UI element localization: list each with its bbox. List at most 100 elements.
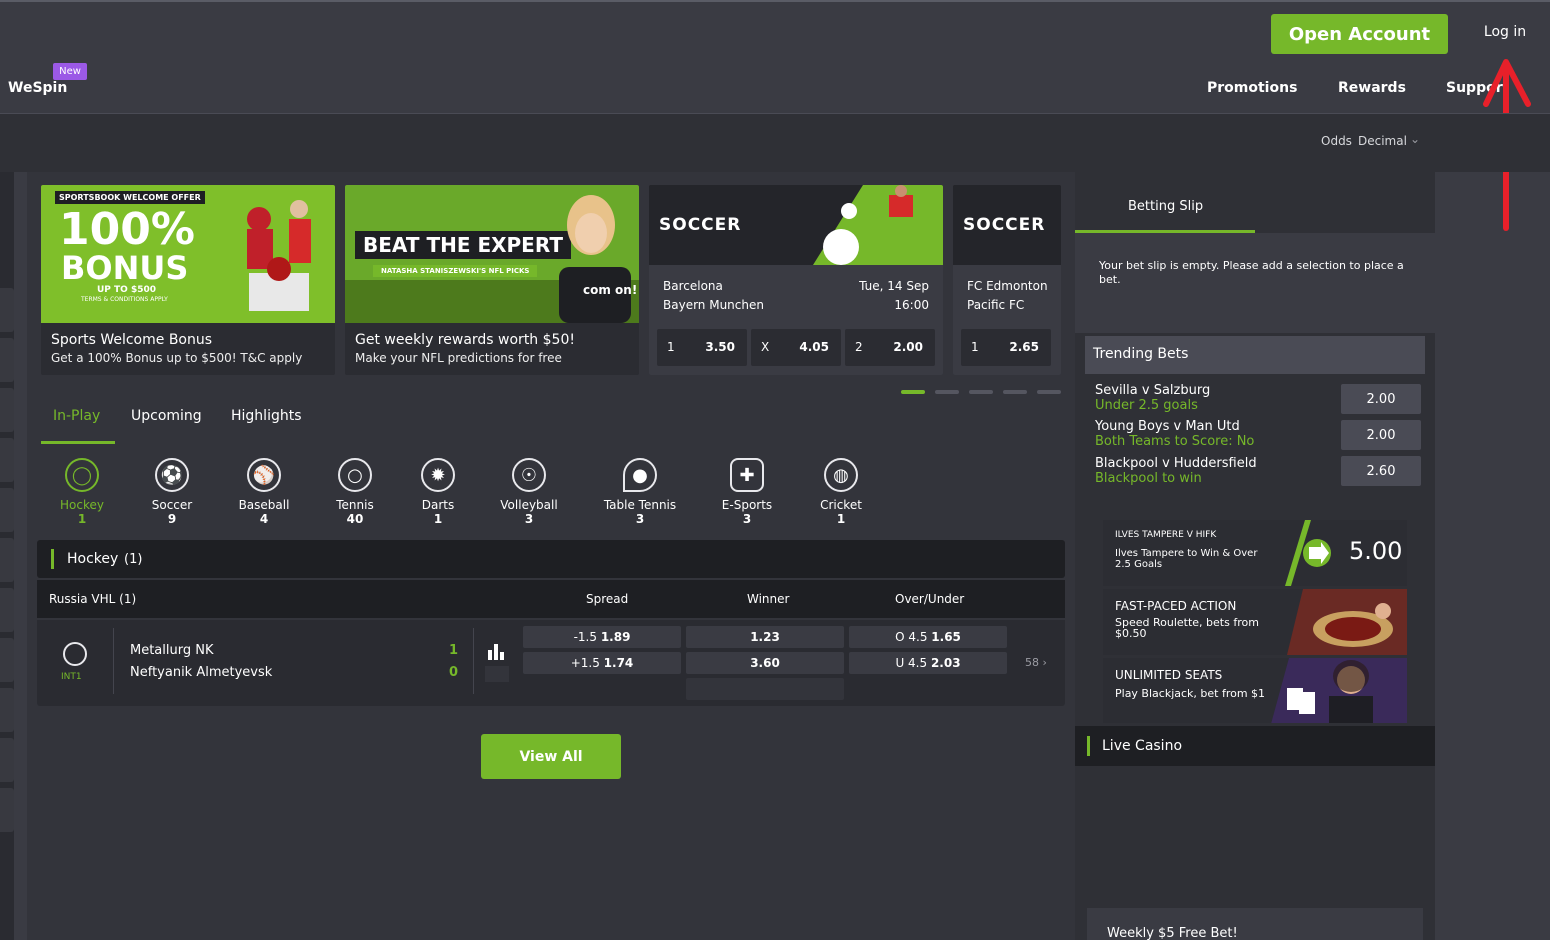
- away-team: Bayern Munchen: [663, 298, 764, 312]
- column-header-over-under: Over/Under: [895, 592, 965, 606]
- trending-selection: Under 2.5 goals: [1095, 398, 1198, 413]
- sidebar-tab[interactable]: [0, 788, 14, 832]
- weekly-free-bet-card[interactable]: Weekly $5 Free Bet!: [1087, 908, 1423, 940]
- soccer-player-icon: [813, 185, 943, 265]
- sport-filter-darts[interactable]: ✹ Darts 1: [398, 458, 478, 526]
- hockey-puck-icon: ◯: [65, 458, 99, 492]
- match-period: INT1: [61, 672, 82, 682]
- odds-button-home[interactable]: 1 2.65: [961, 329, 1051, 366]
- tab-in-play[interactable]: In-Play: [53, 408, 100, 424]
- sidebar-tab[interactable]: [0, 638, 14, 682]
- sidebar-tab[interactable]: [0, 738, 14, 782]
- trending-selection: Blackpool to win: [1095, 471, 1202, 486]
- trending-odds-button[interactable]: 2.60: [1341, 456, 1421, 486]
- spread-odds-button[interactable]: +1.5 1.74: [523, 652, 681, 674]
- volleyball-icon: ☉: [512, 458, 546, 492]
- tab-highlights[interactable]: Highlights: [231, 408, 302, 424]
- odds-format-select[interactable]: Decimal: [1358, 134, 1407, 148]
- promo-brand-mark: com on!: [583, 283, 638, 297]
- more-markets-link[interactable]: 58 ›: [1025, 656, 1047, 669]
- gamepad-icon: ✚: [730, 458, 764, 492]
- away-score: 0: [449, 665, 459, 680]
- carousel-dot[interactable]: [935, 390, 959, 394]
- sidebar-tab[interactable]: [0, 488, 14, 532]
- open-account-button[interactable]: Open Account: [1271, 14, 1448, 54]
- featured-match-card[interactable]: SOCCER Barcelona Bayern Munchen Tue, 14 …: [649, 185, 943, 375]
- dartboard-icon: ✹: [421, 458, 455, 492]
- carousel-dot[interactable]: [1003, 390, 1027, 394]
- spread-odds-button[interactable]: -1.5 1.89: [523, 626, 681, 648]
- brand-logo[interactable]: WeSpin: [8, 80, 67, 96]
- tennis-ball-icon: ○: [338, 458, 372, 492]
- over-under-odds-button[interactable]: U 4.5 2.03: [849, 652, 1007, 674]
- sport-filter-baseball[interactable]: ⚾ Baseball 4: [224, 458, 304, 526]
- stats-chart-icon[interactable]: [488, 644, 506, 660]
- sidebar-tab[interactable]: [0, 688, 14, 732]
- trending-match: Sevilla v Salzburg: [1095, 383, 1211, 398]
- trending-header: Trending Bets: [1085, 336, 1425, 374]
- sidebar-tab[interactable]: [0, 438, 14, 482]
- tab-betting-slip[interactable]: Betting Slip: [1128, 199, 1203, 214]
- sidebar-tab[interactable]: [0, 388, 14, 432]
- winner-odds-button[interactable]: 1.23: [686, 626, 844, 648]
- promo-big-text: 100%: [59, 204, 195, 255]
- promo-caption: Get weekly rewards worth $50!: [355, 332, 575, 348]
- sport-filter-cricket[interactable]: ◍ Cricket 1: [801, 458, 881, 526]
- sport-section-header[interactable]: Hockey (1): [37, 540, 1065, 578]
- sidebar-tab[interactable]: [0, 288, 14, 332]
- tab-upcoming[interactable]: Upcoming: [131, 408, 202, 424]
- promo-banner-image: SPORTSBOOK WELCOME OFFER 100% BONUS UP T…: [41, 185, 335, 323]
- nav-rewards[interactable]: Rewards: [1338, 80, 1406, 96]
- promo-strap: NATASHA STANISZEWSKI'S NFL PICKS: [373, 265, 538, 277]
- live-casino-header[interactable]: Live Casino: [1075, 726, 1435, 766]
- promo-card-beat-the-expert[interactable]: BEAT THE EXPERT NATASHA STANISZEWSKI'S N…: [345, 185, 639, 375]
- trending-odds-button[interactable]: 2.00: [1341, 384, 1421, 414]
- sport-filter-hockey[interactable]: ◯ Hockey 1: [42, 458, 122, 526]
- match-time: 16:00: [894, 298, 929, 312]
- nav-promotions[interactable]: Promotions: [1207, 80, 1297, 96]
- odds-button-draw[interactable]: X 4.05: [751, 329, 841, 366]
- trending-match: Young Boys v Man Utd: [1095, 419, 1240, 434]
- sport-filter-soccer[interactable]: ⚽ Soccer 9: [132, 458, 212, 526]
- promo-subtitle: Get a 100% Bonus up to $500! T&C apply: [51, 351, 303, 365]
- promo-text: Play Blackjack, bet from $1: [1115, 687, 1266, 700]
- carousel-dot[interactable]: [969, 390, 993, 394]
- sport-filter-volleyball[interactable]: ☉ Volleyball 3: [489, 458, 569, 526]
- carousel-dot[interactable]: [1037, 390, 1061, 394]
- away-team: Neftyanik Almetyevsk: [130, 665, 273, 680]
- promo-small-text: UP TO $500: [97, 285, 157, 295]
- promo-banner-image: BEAT THE EXPERT NATASHA STANISZEWSKI'S N…: [345, 185, 639, 323]
- carousel-dot-active[interactable]: [901, 390, 925, 394]
- promo-card-welcome[interactable]: SPORTSBOOK WELCOME OFFER 100% BONUS UP T…: [41, 185, 335, 375]
- blackjack-promo[interactable]: UNLIMITED SEATS Play Blackjack, bet from…: [1103, 658, 1407, 723]
- column-header-winner: Winner: [747, 592, 790, 606]
- featured-match-card[interactable]: SOCCER FC Edmonton Pacific FC 1 2.65: [953, 185, 1061, 375]
- over-under-odds-button[interactable]: O 4.5 1.65: [849, 626, 1007, 648]
- promo-text: Speed Roulette, bets from $0.50: [1115, 616, 1259, 640]
- promo-subtitle: Make your NFL predictions for free: [355, 351, 562, 365]
- view-all-button[interactable]: View All: [481, 734, 621, 779]
- roulette-promo[interactable]: FAST-PACED ACTION Speed Roulette, bets f…: [1103, 589, 1407, 655]
- sport-filter-e-sports[interactable]: ✚ E-Sports 3: [707, 458, 787, 526]
- login-link[interactable]: Log in: [1472, 24, 1538, 44]
- hockey-puck-icon: [63, 642, 87, 666]
- featured-card-header: SOCCER: [649, 185, 943, 265]
- boosted-bet-promo[interactable]: ILVES TAMPERE V HIFK Ilves Tampere to Wi…: [1103, 520, 1407, 586]
- sidebar-tab[interactable]: [0, 588, 14, 632]
- chevron-down-icon[interactable]: ⌄: [1410, 132, 1420, 146]
- sidebar-tab[interactable]: [0, 338, 14, 382]
- sidebar-tab[interactable]: [0, 538, 14, 582]
- winner-odds-button[interactable]: 3.60: [686, 652, 844, 674]
- promo-text: Ilves Tampere to Win & Over 2.5 Goals: [1115, 548, 1258, 570]
- trending-odds-button[interactable]: 2.00: [1341, 420, 1421, 450]
- sport-filter-tennis[interactable]: ○ Tennis 40: [315, 458, 395, 526]
- odds-format-label: Odds: [1321, 134, 1352, 148]
- athletes-illustration-icon: [247, 200, 311, 311]
- card-sport-title: SOCCER: [659, 215, 742, 235]
- league-name: Russia VHL (1): [49, 592, 137, 606]
- odds-button-home[interactable]: 1 3.50: [657, 329, 747, 366]
- match-row[interactable]: INT1 Metallurg NK Neftyanik Almetyevsk 1…: [37, 620, 1065, 706]
- winner-odds-empty: [686, 678, 844, 700]
- sport-filter-table-tennis[interactable]: ● Table Tennis 3: [600, 458, 680, 526]
- odds-button-away[interactable]: 2 2.00: [845, 329, 935, 366]
